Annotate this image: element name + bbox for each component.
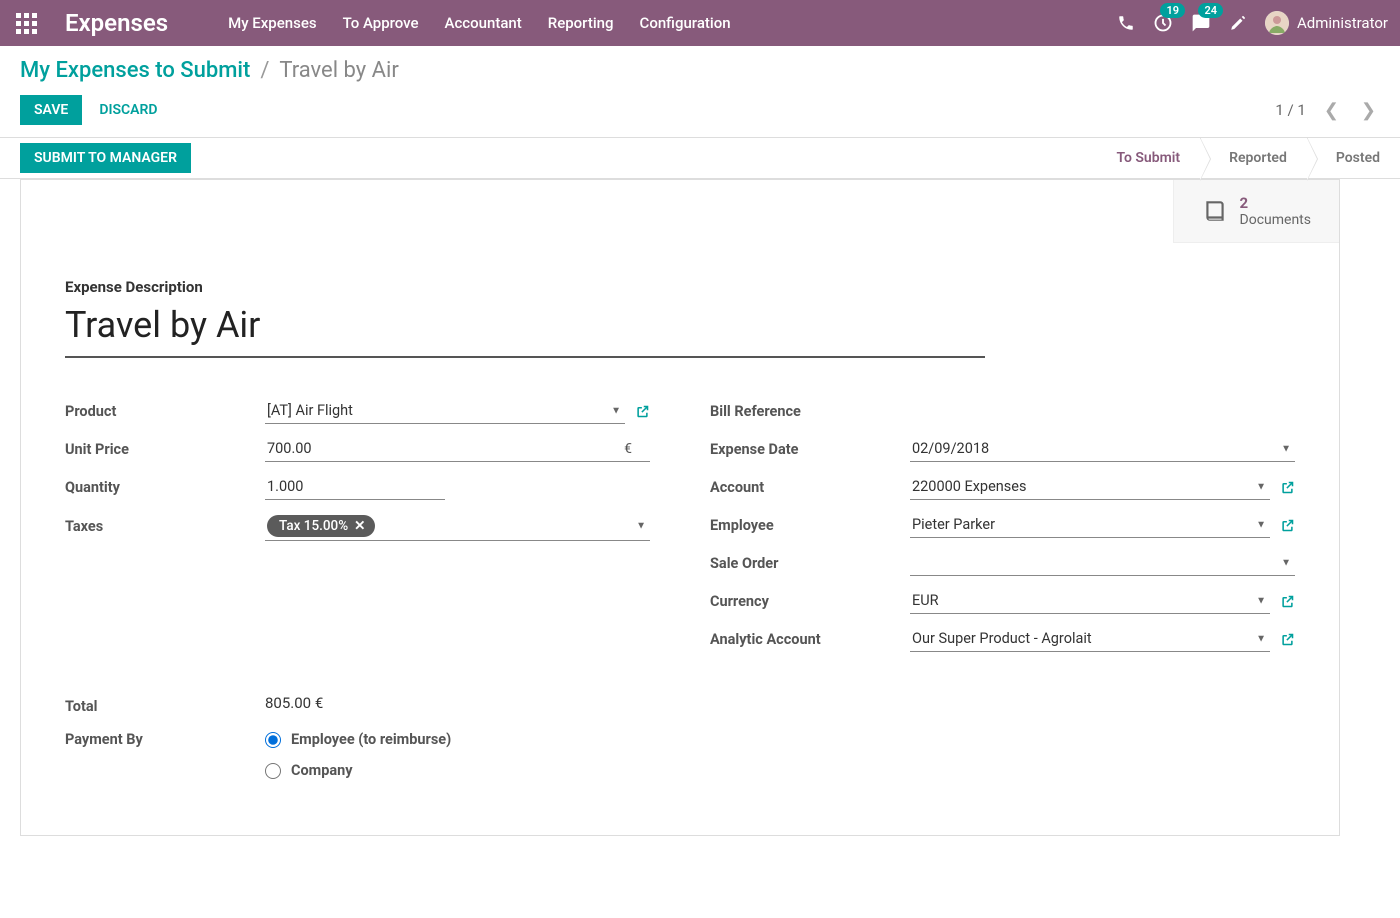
breadcrumb: My Expenses to Submit / Travel by Air [20, 58, 1380, 83]
breadcrumb-sep: / [260, 58, 269, 83]
total-value: 805.00 € [265, 694, 323, 712]
unit-price-field[interactable] [265, 436, 650, 462]
documents-count: 2 [1240, 194, 1311, 212]
employee-label: Employee [710, 517, 910, 534]
nav-accountant[interactable]: Accountant [445, 14, 522, 32]
apps-icon[interactable] [16, 13, 37, 34]
currency-field[interactable] [910, 588, 1270, 614]
status-to-submit[interactable]: To Submit [1088, 138, 1200, 178]
sale-order-field[interactable] [910, 550, 1295, 576]
book-icon [1202, 198, 1228, 224]
nav-configuration[interactable]: Configuration [640, 14, 731, 32]
messages-icon[interactable]: 24 [1191, 13, 1211, 33]
payment-employee-option[interactable]: Employee (to reimburse) [265, 727, 465, 748]
sale-order-label: Sale Order [710, 555, 910, 572]
tax-tag-label: Tax 15.00% [279, 518, 348, 534]
payment-radio-group: Employee (to reimburse) Company [265, 727, 465, 779]
documents-label: Documents [1240, 212, 1311, 228]
nav-reporting[interactable]: Reporting [548, 14, 614, 32]
currency-symbol: € [624, 441, 632, 457]
expense-date-label: Expense Date [710, 441, 910, 458]
activities-icon[interactable]: 19 [1153, 13, 1173, 33]
bill-reference-label: Bill Reference [710, 403, 910, 420]
form-sheet: 2 Documents Expense Description Product … [20, 179, 1340, 836]
documents-button[interactable]: 2 Documents [1173, 180, 1339, 243]
control-panel: My Expenses to Submit / Travel by Air Sa… [0, 46, 1400, 137]
submit-to-manager-button[interactable]: Submit to Manager [20, 143, 191, 173]
product-field[interactable] [265, 398, 625, 424]
nav-my-expenses[interactable]: My Expenses [228, 14, 317, 32]
employee-field[interactable] [910, 512, 1270, 538]
employee-external-link-icon[interactable] [1280, 518, 1295, 533]
expense-description-input[interactable] [65, 300, 985, 358]
product-external-link-icon[interactable] [635, 404, 650, 419]
nav-menu: My Expenses To Approve Accountant Report… [228, 14, 731, 32]
phone-icon[interactable] [1117, 14, 1135, 32]
pager-prev[interactable]: ❮ [1320, 100, 1343, 121]
status-reported[interactable]: Reported [1200, 138, 1307, 178]
messages-badge: 24 [1198, 3, 1223, 18]
app-brand[interactable]: Expenses [65, 9, 168, 37]
user-menu[interactable]: Administrator [1265, 11, 1388, 35]
expense-date-field[interactable] [910, 436, 1295, 462]
nav-to-approve[interactable]: To Approve [343, 14, 419, 32]
expense-description-label: Expense Description [65, 278, 1295, 296]
status-row: Submit to Manager To Submit Reported Pos… [0, 137, 1400, 179]
pager: 1 / 1 ❮ ❯ [1275, 100, 1380, 121]
taxes-field[interactable]: Tax 15.00% ✕ ▼ [265, 512, 650, 541]
account-external-link-icon[interactable] [1280, 480, 1295, 495]
tax-tag[interactable]: Tax 15.00% ✕ [267, 515, 375, 537]
chevron-down-icon: ▼ [636, 521, 646, 532]
top-nav: Expenses My Expenses To Approve Accounta… [0, 0, 1400, 46]
nav-right: 19 24 Administrator [1117, 11, 1388, 35]
unit-price-label: Unit Price [65, 441, 265, 458]
payment-employee-radio[interactable] [265, 732, 281, 748]
tax-tag-remove-icon[interactable]: ✕ [354, 518, 365, 534]
pager-next[interactable]: ❯ [1357, 100, 1380, 121]
analytic-account-field[interactable] [910, 626, 1270, 652]
analytic-account-label: Analytic Account [710, 631, 910, 648]
payment-company-option[interactable]: Company [265, 758, 465, 779]
analytic-external-link-icon[interactable] [1280, 632, 1295, 647]
pager-value[interactable]: 1 / 1 [1275, 101, 1306, 119]
breadcrumb-back[interactable]: My Expenses to Submit [20, 58, 250, 83]
breadcrumb-current: Travel by Air [279, 58, 398, 83]
currency-external-link-icon[interactable] [1280, 594, 1295, 609]
discard-button[interactable]: Discard [85, 95, 171, 125]
avatar-icon [1265, 11, 1289, 35]
quantity-label: Quantity [65, 479, 265, 496]
product-label: Product [65, 403, 265, 420]
status-posted[interactable]: Posted [1307, 138, 1400, 178]
save-button[interactable]: Save [20, 95, 82, 125]
currency-label: Currency [710, 593, 910, 610]
tools-icon[interactable] [1229, 14, 1247, 32]
payment-company-radio[interactable] [265, 763, 281, 779]
activities-badge: 19 [1160, 3, 1185, 18]
user-name-label: Administrator [1297, 14, 1388, 32]
account-field[interactable] [910, 474, 1270, 500]
quantity-field[interactable] [265, 474, 445, 500]
payment-by-label: Payment By [65, 727, 265, 748]
total-label: Total [65, 694, 265, 715]
taxes-label: Taxes [65, 518, 265, 535]
status-bar: To Submit Reported Posted [1088, 138, 1400, 178]
account-label: Account [710, 479, 910, 496]
